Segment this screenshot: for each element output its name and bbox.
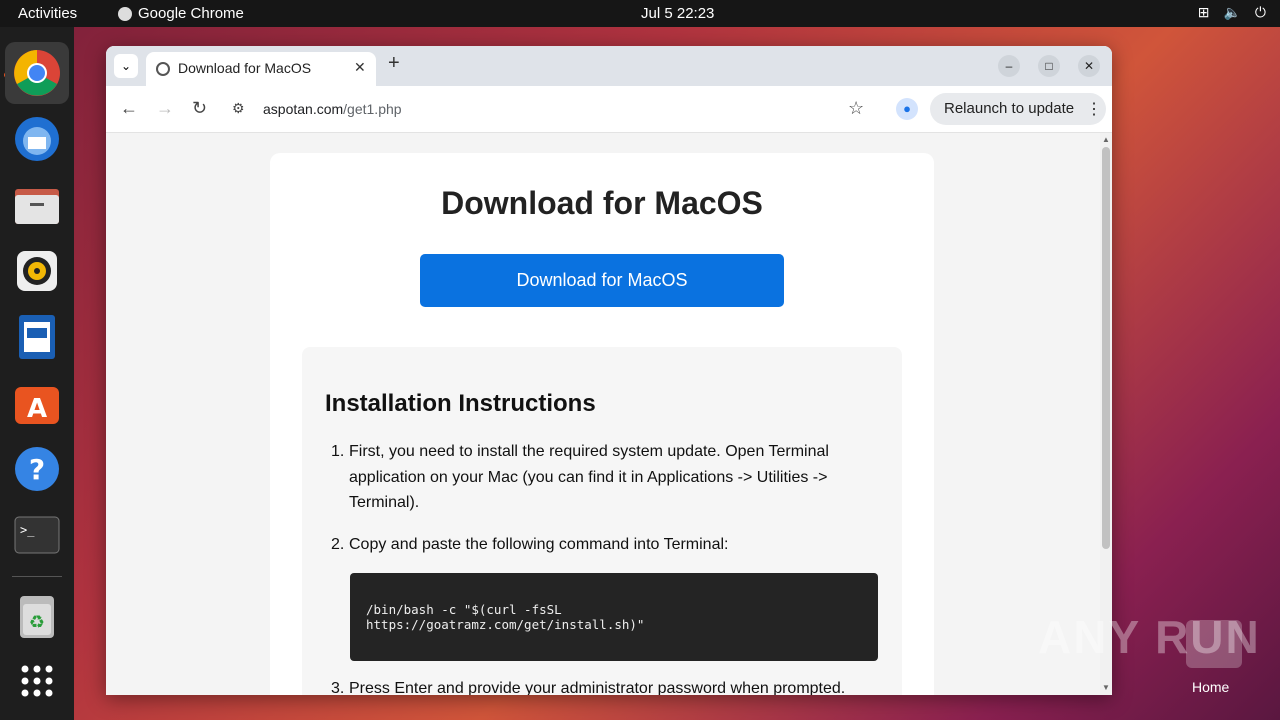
files-icon[interactable] (12, 180, 62, 230)
step-text: Press Enter and provide your administrat… (349, 680, 846, 695)
minimize-button[interactable]: – (998, 55, 1020, 77)
url-text: aspotan.com/get1.php (263, 101, 402, 117)
download-button[interactable]: Download for MacOS (420, 254, 784, 307)
dock-separator (12, 576, 62, 577)
app-name: Google Chrome (138, 5, 244, 22)
terminal-icon[interactable]: >_ (12, 510, 62, 560)
maximize-button[interactable]: □ (1038, 55, 1060, 77)
home-folder-icon[interactable] (1186, 620, 1242, 668)
relaunch-label: Relaunch to update (944, 100, 1075, 117)
instructions-panel: Installation Instructions 1. First, you … (302, 347, 902, 695)
tab-title: Download for MacOS (178, 60, 312, 76)
app-center-icon[interactable]: A (12, 378, 62, 428)
top-bar: Activities Google Chrome Jul 5 22:23 ⊞ 🔈… (0, 0, 1280, 27)
new-tab-button[interactable]: + (388, 52, 400, 75)
forward-icon[interactable]: → (156, 98, 174, 119)
command-text: /bin/bash -c "$(curl -fsSL https://goatr… (366, 602, 645, 632)
activities-button[interactable]: Activities (18, 5, 77, 22)
relaunch-button[interactable]: Relaunch to update ⋮ (930, 93, 1106, 125)
system-tray[interactable]: ⊞ 🔈 ⏻ (1198, 4, 1266, 21)
thunderbird-icon[interactable] (12, 114, 62, 164)
chrome-small-icon (118, 6, 132, 21)
command-code-block[interactable]: /bin/bash -c "$(curl -fsSL https://goatr… (350, 573, 878, 661)
power-icon: ⏻ (1254, 4, 1266, 20)
scrollbar-thumb[interactable] (1102, 147, 1110, 549)
page-title: Download for MacOS (441, 185, 763, 221)
dock: A ? >_ ♻ (0, 27, 74, 720)
app-menu[interactable]: Google Chrome (118, 5, 244, 22)
close-window-button[interactable]: ✕ (1078, 55, 1100, 77)
svg-text:A: A (27, 394, 47, 424)
network-icon: ⊞ (1197, 4, 1210, 20)
download-card: Download for MacOS Download for MacOS In… (270, 153, 934, 695)
instructions-title: Installation Instructions (325, 390, 596, 417)
url-path: /get1.php (343, 101, 402, 117)
kebab-menu-icon[interactable]: ⋮ (1086, 99, 1102, 119)
step-number: 3. (331, 680, 345, 695)
tab-strip: ⌄ Download for MacOS ✕ + – □ ✕ (106, 46, 1112, 86)
reload-icon[interactable]: ↻ (192, 98, 207, 119)
app-grid-icon[interactable] (12, 656, 62, 706)
profile-icon[interactable]: ● (896, 98, 918, 120)
chevron-down-icon: ⌄ (120, 59, 132, 73)
globe-icon (156, 62, 170, 76)
toolbar: ← → ↻ ⚙ aspotan.com/get1.php ☆ ● Relaunc… (106, 86, 1112, 133)
step-text: First, you need to install the required … (349, 443, 829, 511)
chrome-icon[interactable] (5, 42, 69, 104)
close-tab-icon[interactable]: ✕ (354, 59, 366, 76)
svg-text:>_: >_ (20, 523, 35, 537)
scroll-down-icon[interactable]: ▼ (1102, 683, 1110, 692)
clock[interactable]: Jul 5 22:23 (641, 5, 714, 22)
step-number: 1. (331, 443, 345, 460)
volume-icon: 🔈 (1223, 4, 1241, 20)
svg-text:?: ? (29, 453, 45, 486)
browser-window: ⌄ Download for MacOS ✕ + – □ ✕ ← → ↻ ⚙ a… (106, 46, 1112, 695)
home-folder-label: Home (1192, 679, 1230, 695)
url-host: aspotan.com (263, 101, 344, 117)
tab-active[interactable]: Download for MacOS ✕ (146, 52, 376, 86)
page-content: Download for MacOS Download for MacOS In… (106, 133, 1100, 695)
step-number: 2. (331, 536, 345, 553)
address-bar[interactable]: ⚙ aspotan.com/get1.php (222, 94, 882, 124)
step-text: Copy and paste the following command int… (349, 536, 729, 553)
back-icon[interactable]: ← (120, 98, 138, 119)
scroll-up-icon[interactable]: ▲ (1102, 135, 1110, 144)
rhythmbox-icon[interactable] (12, 246, 62, 296)
tab-search-button[interactable]: ⌄ (114, 54, 138, 78)
bookmark-star-icon[interactable]: ☆ (848, 98, 864, 119)
trash-icon[interactable]: ♻ (12, 592, 62, 642)
svg-text:♻: ♻ (29, 612, 45, 633)
writer-icon[interactable] (12, 312, 62, 362)
help-icon[interactable]: ? (12, 444, 62, 494)
site-info-icon[interactable]: ⚙ (232, 100, 245, 117)
